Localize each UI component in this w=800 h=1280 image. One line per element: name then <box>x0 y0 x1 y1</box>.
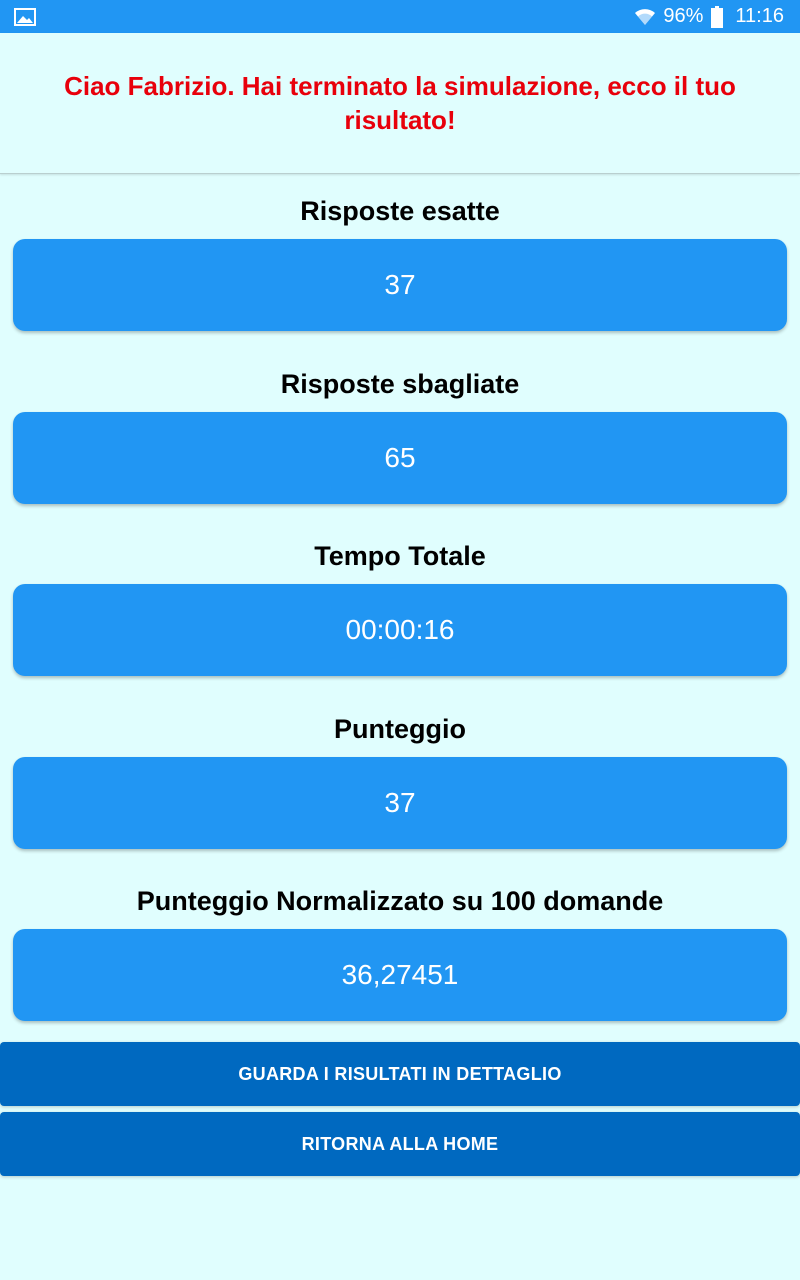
correct-answers-value: 37 <box>13 239 787 331</box>
greeting-text: Ciao Fabrizio. Hai terminato la simulazi… <box>64 71 736 135</box>
wrong-answers-value: 65 <box>13 412 787 504</box>
correct-answers-label: Risposte esatte <box>300 196 500 226</box>
total-time-label: Tempo Totale <box>314 541 486 571</box>
header: Ciao Fabrizio. Hai terminato la simulazi… <box>0 33 800 174</box>
normalized-score-label: Punteggio Normalizzato su 100 domande <box>136 886 664 916</box>
score-label: Punteggio <box>334 714 466 744</box>
battery-percentage: 96% <box>663 5 704 27</box>
clock: 11:16 <box>735 5 784 27</box>
score-value: 37 <box>13 757 787 849</box>
battery-icon <box>711 5 724 28</box>
view-details-button[interactable]: GUARDA I RISULTATI IN DETTAGLIO <box>0 1042 800 1106</box>
wifi-icon <box>635 8 656 25</box>
wrong-answers-label: Risposte sbagliate <box>280 369 520 399</box>
gallery-icon <box>14 8 36 26</box>
total-time-value: 00:00:16 <box>13 584 787 676</box>
return-home-button[interactable]: RITORNA ALLA HOME <box>0 1112 800 1176</box>
normalized-score-value: 36,27451 <box>13 929 787 1021</box>
status-bar: 96% 11:16 <box>0 0 800 33</box>
